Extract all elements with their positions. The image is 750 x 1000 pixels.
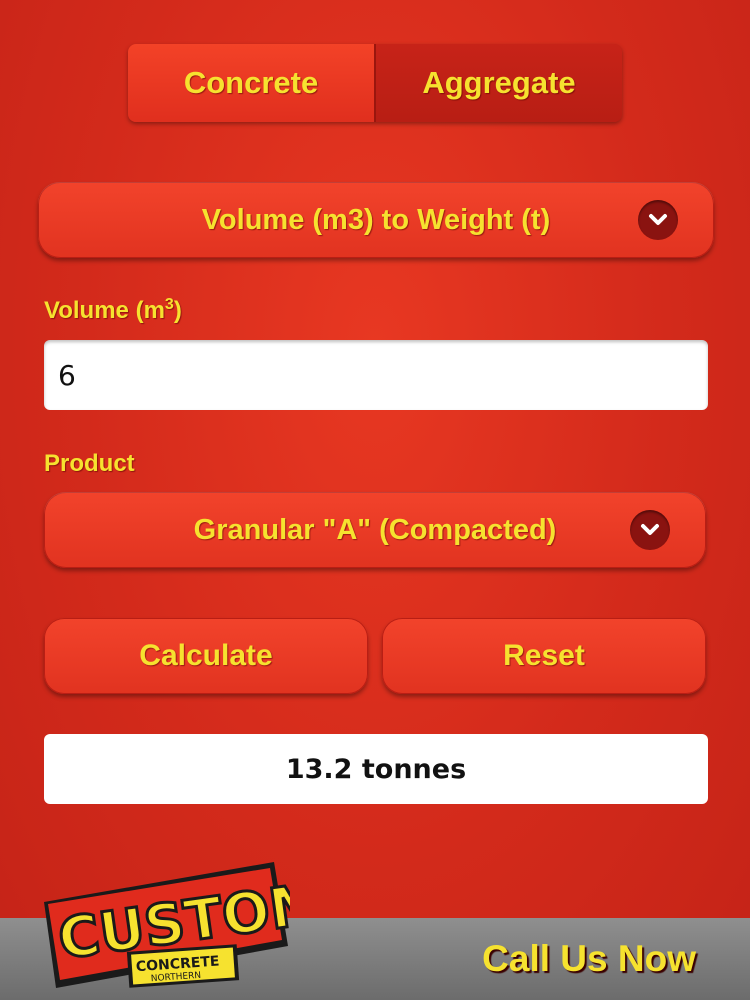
product-select-value: Granular "A" (Compacted) xyxy=(193,513,557,546)
conversion-select-value: Volume (m3) to Weight (t) xyxy=(201,203,551,236)
call-us-button[interactable]: Call Us Now xyxy=(482,938,696,980)
result-display: 13.2 tonnes xyxy=(44,734,708,804)
tab-aggregate[interactable]: Aggregate xyxy=(374,44,622,122)
custom-concrete-logo: CUSTOM CONCRETE NORTHERN xyxy=(44,862,290,988)
material-tabs: Concrete Aggregate xyxy=(128,44,622,122)
product-select[interactable]: Granular "A" (Compacted) xyxy=(44,492,706,568)
volume-input[interactable]: 6 xyxy=(44,340,708,410)
volume-label: Volume (m3) xyxy=(44,296,182,324)
reset-button[interactable]: Reset xyxy=(382,618,706,694)
tab-concrete[interactable]: Concrete xyxy=(128,44,374,122)
conversion-select[interactable]: Volume (m3) to Weight (t) xyxy=(38,182,714,258)
chevron-down-icon xyxy=(638,200,678,240)
product-label: Product xyxy=(44,450,135,477)
calculate-button[interactable]: Calculate xyxy=(44,618,368,694)
chevron-down-icon xyxy=(630,510,670,550)
